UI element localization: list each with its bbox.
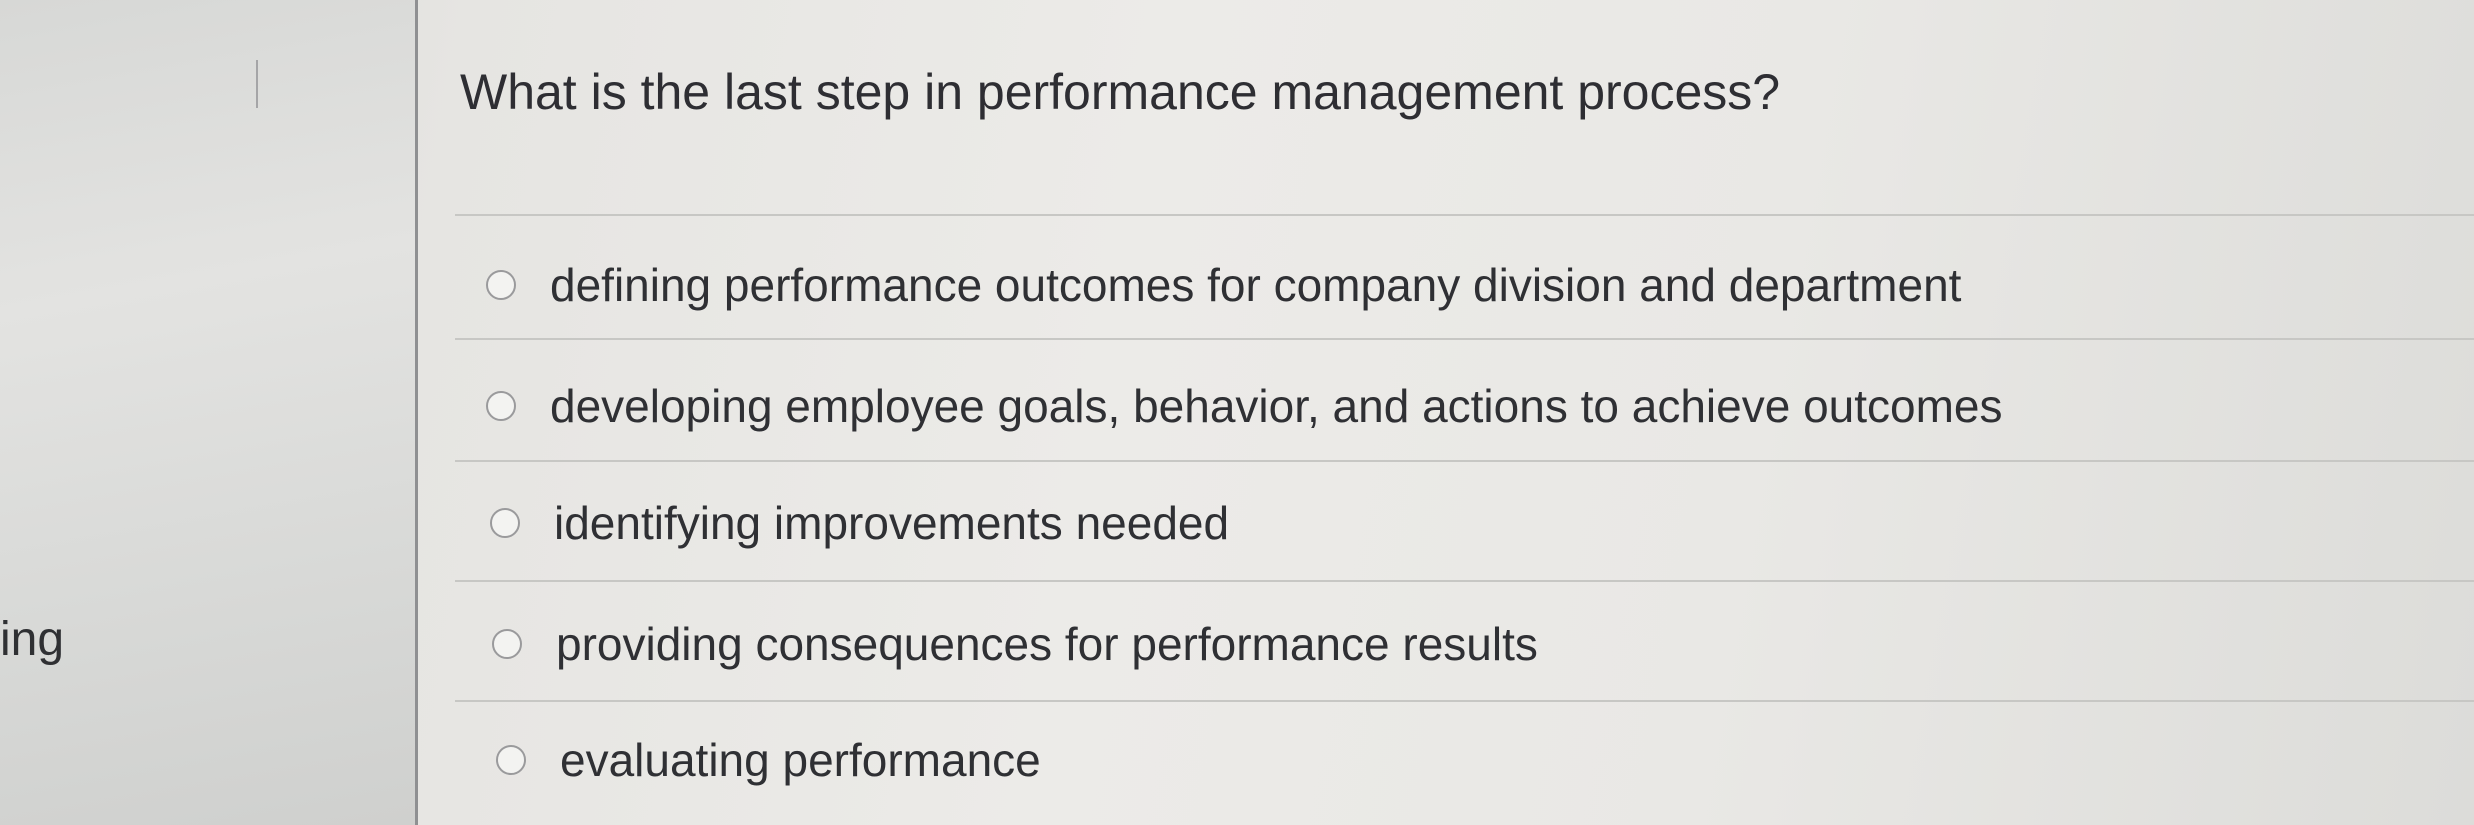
divider-line bbox=[455, 214, 2474, 216]
divider-line bbox=[455, 460, 2474, 462]
answer-option-label: defining performance outcomes for compan… bbox=[550, 259, 1962, 311]
question-title: What is the last step in performance man… bbox=[460, 64, 1781, 120]
divider-line bbox=[455, 338, 2474, 340]
answer-option-label: providing consequences for performance r… bbox=[556, 618, 1538, 670]
divider-line bbox=[455, 700, 2474, 702]
answer-option-5[interactable]: evaluating performance bbox=[496, 730, 1041, 790]
divider-line bbox=[455, 580, 2474, 582]
answer-option-label: evaluating performance bbox=[560, 734, 1041, 786]
left-panel-partial-text: ing bbox=[0, 613, 65, 666]
answer-option-1[interactable]: defining performance outcomes for compan… bbox=[486, 255, 1961, 315]
radio-button-icon[interactable] bbox=[486, 270, 516, 300]
panel-divider-tick bbox=[256, 60, 258, 108]
answer-option-label: identifying improvements needed bbox=[554, 497, 1230, 549]
answer-option-3[interactable]: identifying improvements needed bbox=[490, 493, 1229, 553]
left-navigation-panel: ing bbox=[0, 0, 415, 825]
radio-button-icon[interactable] bbox=[490, 508, 520, 538]
radio-button-icon[interactable] bbox=[496, 745, 526, 775]
panel-divider bbox=[415, 0, 418, 825]
radio-button-icon[interactable] bbox=[486, 391, 516, 421]
answer-option-2[interactable]: developing employee goals, behavior, and… bbox=[486, 376, 2003, 436]
radio-button-icon[interactable] bbox=[492, 629, 522, 659]
answer-option-label: developing employee goals, behavior, and… bbox=[550, 380, 2003, 432]
answer-option-4[interactable]: providing consequences for performance r… bbox=[492, 614, 1538, 674]
